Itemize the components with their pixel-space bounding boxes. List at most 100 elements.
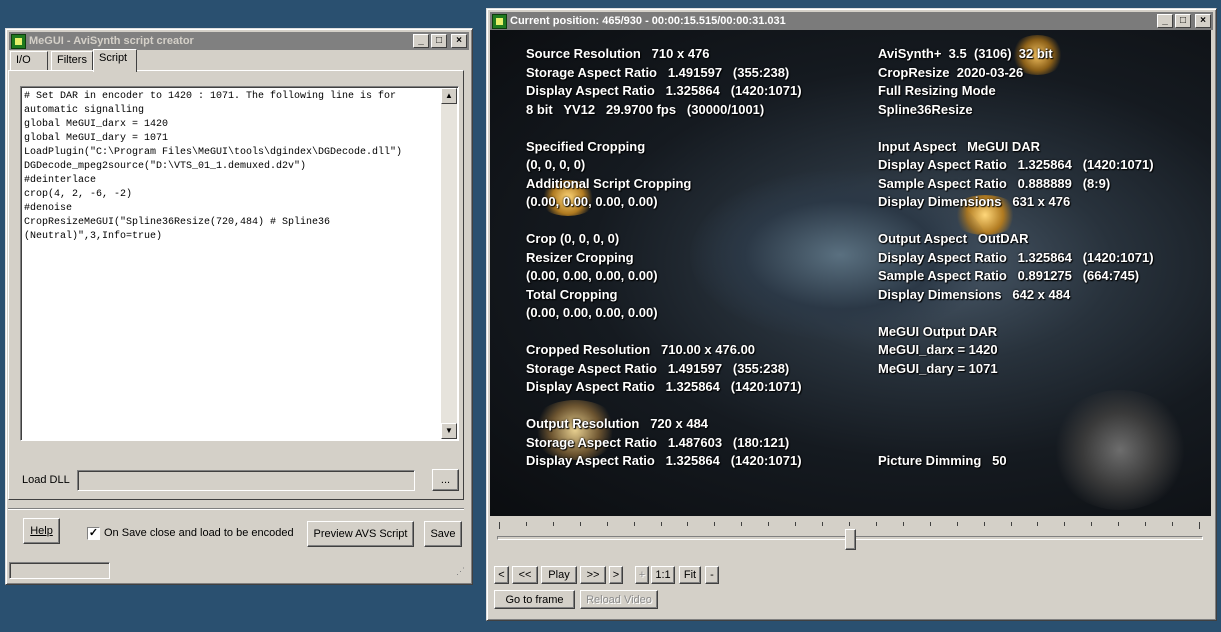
info-line: Cropped Resolution 710.00 x 476.00	[526, 342, 756, 357]
timeline-tick	[1064, 522, 1065, 526]
info-line: (0.00, 0.00, 0.00, 0.00)	[526, 194, 658, 209]
info-line: (0.00, 0.00, 0.00, 0.00)	[526, 305, 658, 320]
info-line: Display Dimensions 642 x 484	[878, 286, 1071, 302]
timeline-tick	[984, 522, 985, 526]
timeline-tick	[1172, 522, 1173, 526]
timeline-tick	[1118, 522, 1119, 526]
timeline-tick	[1091, 522, 1092, 526]
info-line	[526, 323, 802, 342]
script-text[interactable]: # Set DAR in encoder to 1420 : 1071. The…	[24, 90, 434, 244]
preview-titlebar[interactable]: Current position: 465/930 - 00:00:15.515…	[490, 12, 1213, 30]
script-creator-titlebar[interactable]: MeGUI - AviSynth script creator _ □ ×	[9, 32, 469, 50]
minimize-icon[interactable]: _	[413, 34, 429, 48]
save-button[interactable]: Save	[424, 521, 462, 547]
timeline-tick	[580, 522, 581, 526]
timeline-tick	[661, 522, 662, 526]
close-icon[interactable]: ×	[451, 34, 467, 48]
info-line	[878, 304, 1154, 323]
info-line	[526, 397, 802, 416]
info-line	[878, 415, 1154, 434]
preview-window-title: Current position: 465/930 - 00:00:15.515…	[510, 15, 786, 27]
info-line: MeGUI_dary = 1071	[878, 360, 998, 376]
zoom-out-button[interactable]: -	[705, 566, 719, 584]
info-overlay-left: Source Resolution 710 x 476 Storage Aspec…	[526, 45, 802, 471]
megui-app-icon	[492, 13, 507, 29]
timeline-tick	[741, 522, 742, 526]
info-line: Display Aspect Ratio 1.325864 (1420:1071…	[878, 249, 1154, 265]
timeline-tick	[795, 522, 796, 526]
tab-filters[interactable]: Filters	[51, 51, 93, 70]
info-line: (0.00, 0.00, 0.00, 0.00)	[526, 268, 658, 283]
timeline-tick	[903, 522, 904, 526]
info-line	[526, 212, 802, 231]
info-line: MeGUI Output DAR	[878, 323, 998, 339]
video-frame: Source Resolution 710 x 476 Storage Aspec…	[490, 30, 1211, 516]
on-save-checkbox[interactable]: ✓	[87, 527, 100, 540]
maximize-icon[interactable]: □	[431, 34, 447, 48]
prev-frame-button[interactable]: <	[494, 566, 509, 584]
script-line: LoadPlugin("C:\Program Files\MeGUI\tools…	[24, 147, 403, 158]
info-line	[878, 212, 1154, 231]
script-line: #deinterlace	[24, 175, 97, 186]
play-button[interactable]: Play	[541, 566, 577, 584]
info-line: Full Resizing Mode	[878, 83, 996, 98]
timeline-tick	[1011, 522, 1012, 526]
timeline-tick	[687, 522, 688, 526]
zoom-in-button[interactable]: +	[635, 566, 649, 584]
info-overlay-right: AviSynth+ 3.5 (3106) 32 bit CropResize 20…	[878, 45, 1154, 471]
zoom-1to1-button[interactable]: 1:1	[651, 566, 675, 584]
rewind-button[interactable]: <<	[512, 566, 538, 584]
maximize-icon[interactable]: □	[1175, 14, 1191, 28]
megui-app-icon	[11, 33, 26, 49]
browse-dll-button[interactable]: ...	[432, 469, 459, 491]
reload-video-button: Reload Video	[580, 590, 658, 609]
script-line: DGDecode_mpeg2source("D:\VTS_01_1.demuxe…	[24, 161, 307, 172]
info-line: Picture Dimming 50	[878, 453, 1007, 468]
scroll-down-arrow-icon[interactable]: ▼	[441, 423, 457, 439]
info-line: Sample Aspect Ratio 0.888889 (8:9)	[878, 175, 1111, 191]
window-title: MeGUI - AviSynth script creator	[29, 35, 194, 47]
info-line: Storage Aspect Ratio 1.491597 (355:238)	[526, 360, 790, 376]
load-dll-field[interactable]	[77, 470, 415, 491]
info-line	[878, 119, 1154, 138]
load-dll-label: Load DLL	[22, 474, 70, 486]
info-line: Display Dimensions 631 x 476	[878, 194, 1071, 209]
info-line: Crop (0, 0, 0, 0)	[526, 231, 620, 246]
script-vertical-scrollbar[interactable]: ▲ ▼	[441, 88, 457, 439]
seek-slider-thumb[interactable]	[845, 529, 856, 550]
script-editor[interactable]: # Set DAR in encoder to 1420 : 1071. The…	[20, 86, 459, 441]
info-line: Sample Aspect Ratio 0.891275 (664:745)	[878, 268, 1140, 283]
info-line: Storage Aspect Ratio 1.491597 (355:238)	[526, 64, 790, 80]
info-line: Output Aspect OutDAR	[878, 231, 1029, 246]
minimize-icon[interactable]: _	[1157, 14, 1173, 28]
next-frame-button[interactable]: >	[609, 566, 623, 584]
timeline-tick	[822, 522, 823, 526]
script-line: #denoise	[24, 203, 73, 214]
timeline-tick	[714, 522, 715, 526]
timeline-tick	[849, 522, 850, 526]
go-to-frame-button[interactable]: Go to frame	[494, 590, 575, 609]
on-save-label[interactable]: On Save close and load to be encoded	[104, 527, 294, 539]
script-line: global MeGUI_darx = 1420	[24, 119, 169, 130]
info-line: CropResize 2020-03-26	[878, 64, 1024, 80]
fast-forward-button[interactable]: >>	[580, 566, 606, 584]
close-icon[interactable]: ×	[1195, 14, 1211, 28]
info-line: AviSynth+ 3.5 (3106) 32 bit	[878, 46, 1053, 61]
scroll-up-arrow-icon[interactable]: ▲	[441, 88, 457, 104]
info-line: Display Aspect Ratio 1.325864 (1420:1071…	[878, 157, 1154, 172]
timeline-tick	[499, 522, 500, 529]
info-line: Additional Script Cropping	[526, 175, 692, 191]
tab-script[interactable]: Script	[93, 49, 137, 72]
preview-avs-script-button[interactable]: Preview AVS Script	[307, 521, 414, 547]
help-button[interactable]: Help	[23, 518, 60, 544]
resize-grip-icon[interactable]: ⋰	[456, 566, 465, 577]
info-line: Specified Cropping	[526, 138, 646, 154]
zoom-fit-button[interactable]: Fit	[679, 566, 701, 584]
script-line: # Set DAR in encoder to 1420 : 1071. The…	[24, 91, 403, 116]
timeline-tick	[1037, 522, 1038, 526]
tab-io[interactable]: I/O	[10, 51, 48, 70]
info-line	[878, 434, 1154, 453]
info-line: (0, 0, 0, 0)	[526, 157, 586, 172]
info-line: Display Aspect Ratio 1.325864 (1420:1071…	[526, 83, 802, 98]
info-line: MeGUI_darx = 1420	[878, 342, 998, 357]
